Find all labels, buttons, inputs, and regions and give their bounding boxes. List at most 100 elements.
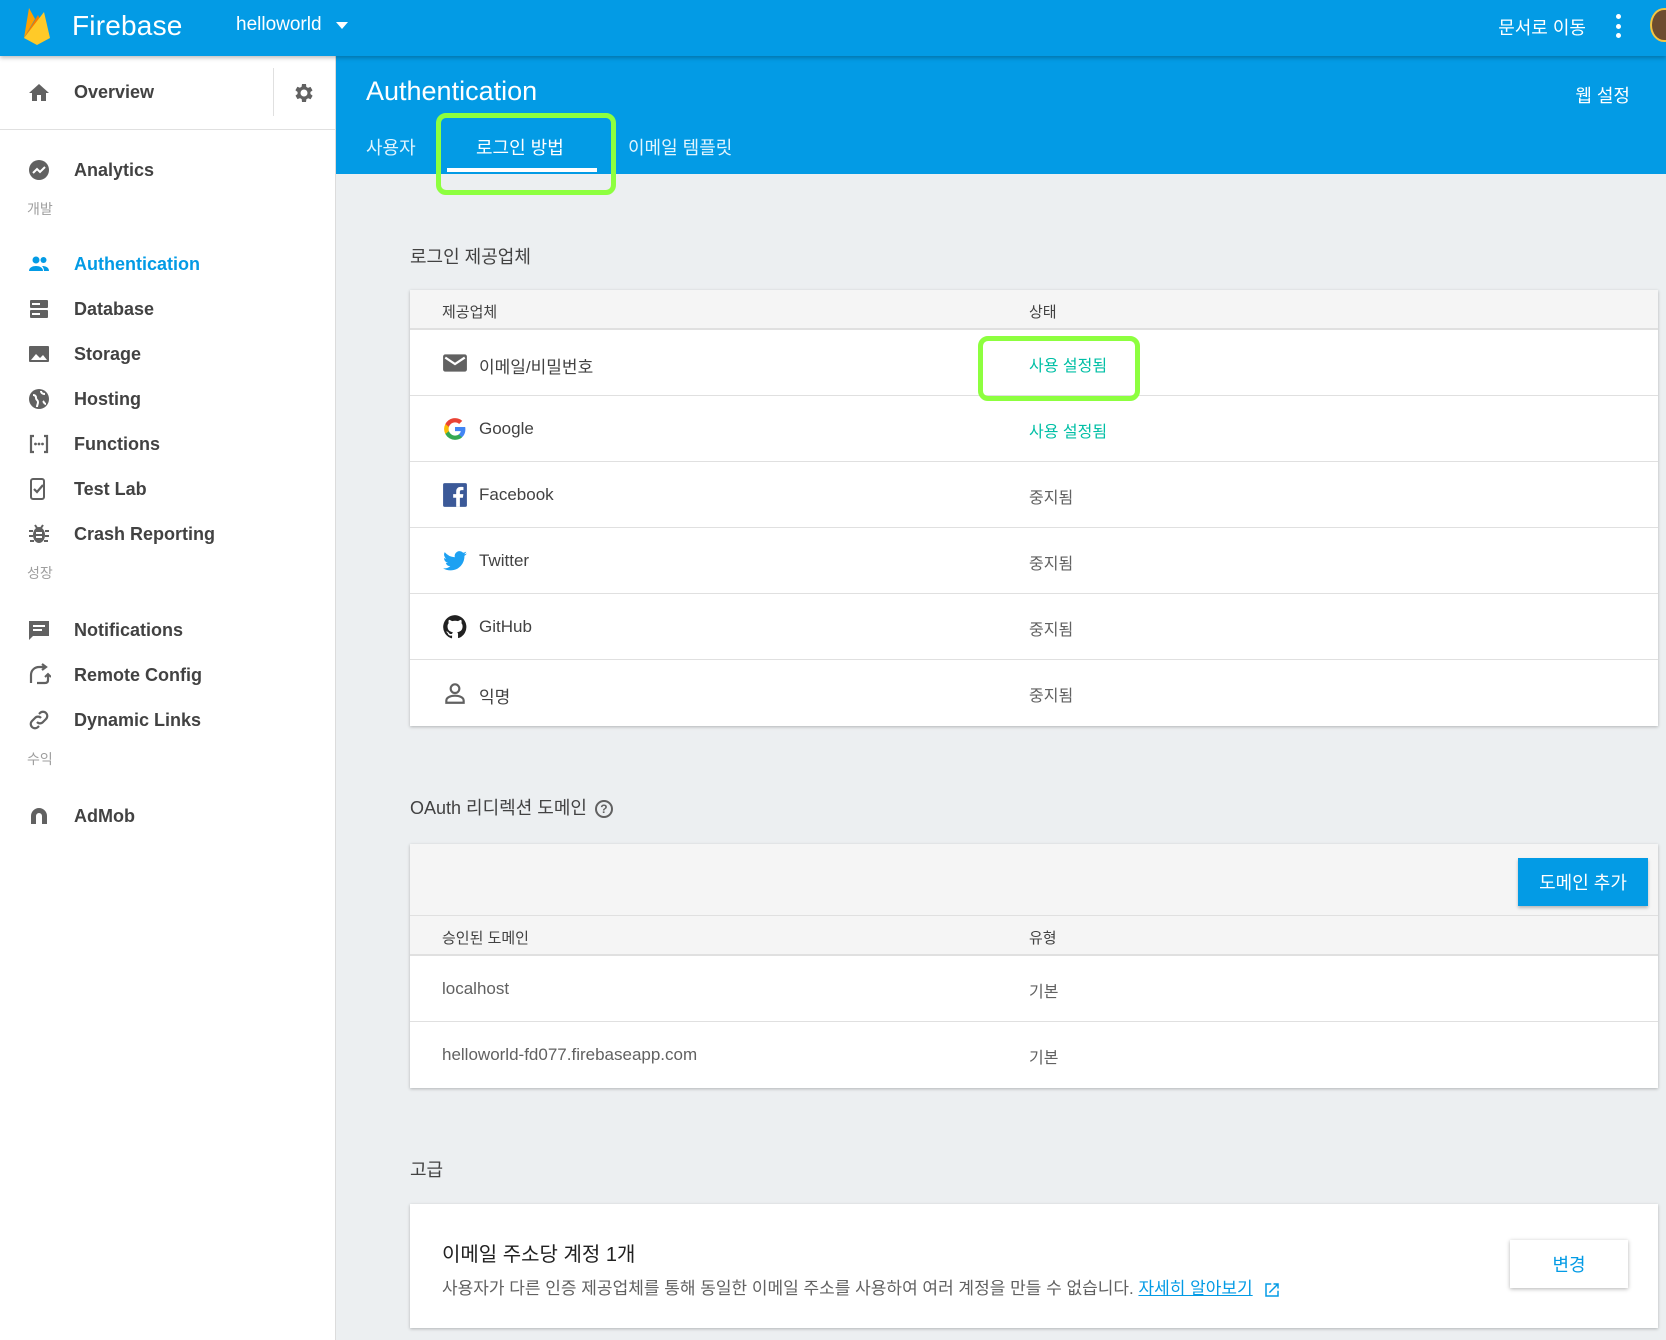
- admob-icon: [31, 808, 47, 824]
- sidebar-item-authentication[interactable]: Authentication: [0, 242, 335, 286]
- setting-description-text: 사용자가 다른 인증 제공업체를 통해 동일한 이메일 주소를 사용하여 여러 …: [442, 1279, 1134, 1298]
- gear-icon[interactable]: [292, 81, 316, 105]
- sidebar-item-label: Database: [74, 299, 155, 319]
- provider-status: 중지됨: [1029, 622, 1074, 639]
- sidebar-item-label: Authentication: [74, 254, 200, 274]
- remote-config-icon: [29, 663, 51, 685]
- section-label-earn: 수익: [27, 751, 53, 767]
- sidebar-item-label: Functions: [74, 434, 160, 454]
- setting-description: 사용자가 다른 인증 제공업체를 통해 동일한 이메일 주소를 사용하여 여러 …: [442, 1274, 1281, 1299]
- section-label-grow: 성장: [27, 565, 53, 581]
- oauth-section-label: OAuth 리디렉션 도메인: [410, 798, 587, 818]
- add-domain-button[interactable]: 도메인 추가: [1518, 858, 1648, 906]
- table-header: 승인된 도메인 유형: [410, 916, 1658, 956]
- sidebar-item-dynamic-links[interactable]: Dynamic Links: [0, 698, 335, 742]
- twitter-icon: [443, 551, 467, 571]
- project-selector[interactable]: helloworld: [236, 14, 348, 36]
- change-button[interactable]: 변경: [1510, 1240, 1628, 1288]
- go-to-docs-link[interactable]: 문서로 이동: [1498, 14, 1586, 40]
- oauth-card: 도메인 추가 승인된 도메인 유형 localhost 기본 helloworl…: [410, 844, 1658, 1088]
- column-header-domain: 승인된 도메인: [442, 930, 529, 947]
- sidebar-item-label: Overview: [74, 82, 155, 102]
- home-icon: [29, 84, 49, 101]
- link-icon: [29, 710, 49, 730]
- provider-row-email[interactable]: 이메일/비밀번호 사용 설정됨: [410, 330, 1658, 396]
- sidebar-item-notifications[interactable]: Notifications: [0, 608, 335, 652]
- provider-name: Twitter: [479, 551, 530, 570]
- sidebar-item-label: Remote Config: [74, 665, 202, 685]
- provider-status: 사용 설정됨: [1029, 424, 1108, 441]
- provider-row-google[interactable]: Google 사용 설정됨: [410, 396, 1658, 462]
- facebook-icon: [443, 483, 467, 507]
- github-icon: [443, 615, 467, 639]
- brand-name: Firebase: [72, 10, 183, 41]
- bug-icon: [29, 524, 49, 543]
- tab-sign-in-method[interactable]: 로그인 방법: [476, 134, 564, 160]
- page-title: Authentication: [366, 76, 538, 106]
- person-icon: [445, 683, 465, 704]
- sidebar-item-crash-reporting[interactable]: Crash Reporting: [0, 512, 335, 556]
- provider-row-twitter[interactable]: Twitter 중지됨: [410, 528, 1658, 594]
- provider-name: 이메일/비밀번호: [479, 358, 594, 377]
- more-vert-icon[interactable]: [1612, 12, 1624, 40]
- domain-name: helloworld-fd077.firebaseapp.com: [442, 1045, 698, 1064]
- provider-row-facebook[interactable]: Facebook 중지됨: [410, 462, 1658, 528]
- provider-row-github[interactable]: GitHub 중지됨: [410, 594, 1658, 660]
- web-setup-button[interactable]: 웹 설정: [1575, 82, 1630, 108]
- sidebar-item-label: Analytics: [74, 160, 155, 180]
- sidebar-item-analytics[interactable]: Analytics: [0, 148, 335, 192]
- page-header: Authentication 웹 설정 사용자 로그인 방법 이메일 템플릿: [336, 56, 1666, 174]
- firebase-logo[interactable]: [22, 6, 52, 46]
- sidebar-item-label: Hosting: [74, 389, 141, 409]
- help-icon[interactable]: ?: [594, 800, 613, 819]
- provider-name: Facebook: [479, 485, 554, 504]
- sidebar: Overview Analytics 개발 Authentication Dat…: [0, 56, 336, 1340]
- sidebar-item-hosting[interactable]: Hosting: [0, 377, 335, 421]
- open-in-new-icon[interactable]: [1263, 1281, 1281, 1299]
- provider-row-anonymous[interactable]: 익명 중지됨: [410, 660, 1658, 726]
- sidebar-item-overview[interactable]: Overview: [0, 56, 335, 130]
- avatar[interactable]: [1650, 8, 1666, 42]
- image-icon: [29, 346, 49, 362]
- tab-users[interactable]: 사용자: [366, 134, 416, 160]
- providers-section-title: 로그인 제공업체: [410, 247, 531, 267]
- analytics-icon: [29, 160, 49, 180]
- column-header-type: 유형: [1029, 930, 1057, 947]
- top-app-bar: Firebase helloworld 문서로 이동: [0, 0, 1666, 56]
- domain-name: localhost: [442, 979, 510, 998]
- advanced-section-title: 고급: [410, 1160, 444, 1180]
- google-icon: [444, 418, 466, 440]
- sidebar-item-label: AdMob: [74, 806, 135, 826]
- oauth-toolbar: 도메인 추가: [410, 844, 1658, 916]
- oauth-section-title: OAuth 리디렉션 도메인?: [410, 794, 613, 820]
- sidebar-item-functions[interactable]: Functions: [0, 422, 335, 466]
- provider-status: 중지됨: [1029, 688, 1074, 705]
- sidebar-item-label: Storage: [74, 344, 142, 364]
- domain-type: 기본: [1029, 984, 1059, 1001]
- test-lab-icon: [30, 478, 45, 500]
- setting-title: 이메일 주소당 계정 1개: [442, 1244, 636, 1266]
- domain-row[interactable]: localhost 기본: [410, 956, 1658, 1022]
- sidebar-item-test-lab[interactable]: Test Lab: [0, 467, 335, 511]
- learn-more-link[interactable]: 자세히 알아보기: [1138, 1279, 1252, 1298]
- provider-status: 중지됨: [1029, 490, 1074, 507]
- database-icon: [30, 300, 48, 318]
- globe-icon: [29, 389, 49, 409]
- sidebar-item-admob[interactable]: AdMob: [0, 794, 335, 838]
- sidebar-item-storage[interactable]: Storage: [0, 332, 335, 376]
- dropdown-caret-icon: [335, 21, 348, 29]
- table-header: 제공업체 상태: [410, 290, 1658, 330]
- sidebar-item-database[interactable]: Database: [0, 287, 335, 331]
- column-header-provider: 제공업체: [442, 304, 498, 321]
- divider: [273, 68, 274, 116]
- sidebar-item-remote-config[interactable]: Remote Config: [0, 653, 335, 697]
- active-tab-indicator: [447, 168, 597, 172]
- sidebar-item-label: Dynamic Links: [74, 710, 202, 730]
- sidebar-item-label: Notifications: [74, 620, 184, 640]
- domain-row[interactable]: helloworld-fd077.firebaseapp.com 기본: [410, 1022, 1658, 1088]
- section-label-develop: 개발: [27, 201, 53, 217]
- provider-status: 중지됨: [1029, 556, 1074, 573]
- advanced-card: 이메일 주소당 계정 1개 사용자가 다른 인증 제공업체를 통해 동일한 이메…: [410, 1204, 1658, 1328]
- tab-email-templates[interactable]: 이메일 템플릿: [628, 134, 732, 160]
- column-header-status: 상태: [1029, 304, 1057, 321]
